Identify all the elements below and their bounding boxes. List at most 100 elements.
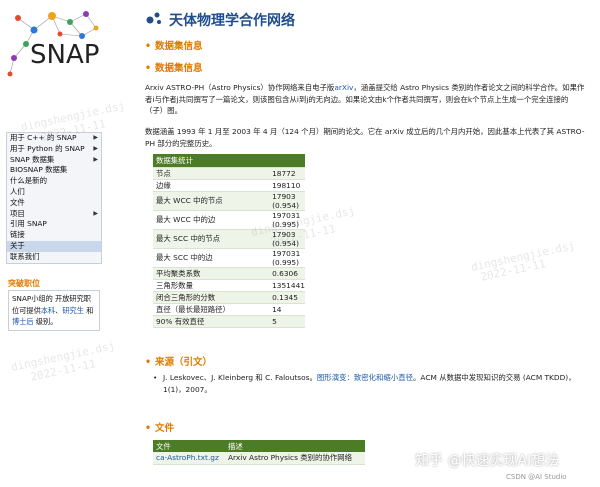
section-title: 数据集信息	[155, 63, 203, 74]
table-row: 直径（最长最短路径） 14	[153, 303, 305, 316]
stat-value: 14	[269, 303, 305, 316]
table-row: 最大 WCC 中的边 197031 (0.995)	[153, 210, 305, 230]
title-dots-icon	[146, 12, 161, 24]
table-row: 平均聚类系数 0.6306	[153, 267, 305, 280]
stat-label: 闭合三角形的分数	[153, 291, 270, 304]
menu-item-label: 链接	[10, 230, 25, 240]
nav-menu: 用于 C++ 的 SNAP ▶ 用于 Python 的 SNAP ▶ SNAP 数据集 ▶…	[6, 132, 102, 264]
stat-label: 最大 SCC 中的边	[153, 248, 270, 268]
menu-item[interactable]: 用于 Python 的 SNAP ▶	[7, 144, 101, 155]
news-box: SNAP小组的 开放研究职位可提供本科、研究生 和 博士后 级别。	[8, 290, 100, 331]
stat-value: 17903 (0.954)	[269, 191, 305, 211]
table-row: 最大 SCC 中的节点 17903 (0.954)	[153, 229, 305, 249]
table-row: 90% 有效直径 5	[153, 315, 305, 328]
menu-item[interactable]: 联系我们	[7, 252, 101, 263]
stat-label: 最大 WCC 中的节点	[153, 191, 270, 211]
stat-value: 1351441	[269, 279, 305, 292]
stat-value: 0.1345	[269, 291, 305, 304]
menu-item[interactable]: 链接	[7, 230, 101, 241]
news-text-mid: 和	[83, 305, 94, 315]
menu-item-label: 文件	[10, 197, 25, 207]
section-title: 文件	[155, 423, 175, 434]
zhihu-watermark: 知乎 @快速实现AI想法	[415, 453, 560, 469]
table-row: 最大 WCC 中的节点 17903 (0.954)	[153, 191, 305, 211]
stat-value: 18772	[269, 167, 305, 180]
left-sidebar: SNAP 用于 C++ 的 SNAP ▶ 用于 Python 的 SNAP ▶ SNAP…	[0, 0, 108, 487]
menu-item[interactable]: 文件	[7, 198, 101, 209]
main-content: 天体物理学合作网络 • 数据集信息 • 数据集信息 Arxiv ASTRO-PH（A…	[145, 0, 595, 487]
files-header-cell: 描述	[225, 440, 365, 452]
section-dataset-info-2: • 数据集信息	[145, 60, 203, 74]
file-description: Arxiv Astro Physics 类别的协作网络	[225, 452, 365, 465]
menu-item[interactable]: 关于	[7, 240, 101, 252]
description-paragraph: Arxiv ASTRO-PH（Astro Physics）协作网络来自电子版ar…	[145, 82, 585, 117]
stats-table: 数据集统计 节点 18772 边缘 198110 最大 WCC 中的节点 17903 (0.…	[153, 154, 305, 328]
stat-value: 197031 (0.995)	[269, 210, 305, 230]
table-row: ca-AstroPh.txt.gz Arxiv Astro Physics 类别的…	[153, 452, 365, 465]
desc-text: Arxiv ASTRO-PH（Astro Physics）协作网络来自电子版	[145, 83, 335, 92]
submenu-arrow-icon: ▶	[93, 155, 98, 163]
stat-value: 17903 (0.954)	[269, 229, 305, 249]
stat-label: 90% 有效直径	[153, 315, 270, 328]
menu-item-label: SNAP 数据集	[10, 154, 55, 164]
page-title: 天体物理学合作网络	[169, 13, 295, 29]
citation-link[interactable]: 图形演变：致密化和缩小直径	[317, 373, 413, 382]
table-row: 闭合三角形的分数 0.1345	[153, 291, 305, 304]
section-dataset-info-1: • 数据集信息	[145, 38, 203, 52]
coverage-paragraph: 数据涵盖 1993 年 1 月至 2003 年 4 月（124 个月）期间的论文…	[145, 127, 585, 148]
section-source: • 来源（引文）	[145, 354, 212, 368]
menu-item[interactable]: 项目 ▶	[7, 209, 101, 220]
bullet-icon: •	[145, 41, 152, 52]
menu-item-label: 人们	[10, 186, 25, 196]
bullet-icon: •	[145, 357, 152, 368]
stat-label: 平均聚类系数	[153, 267, 270, 280]
menu-item-label: 引用 SNAP	[10, 219, 47, 229]
citation: • J. Leskovec、J. Kleinberg 和 C. Faloutso…	[153, 372, 583, 395]
menu-item[interactable]: 什么是新的	[7, 176, 101, 187]
submenu-arrow-icon: ▶	[93, 134, 98, 141]
menu-item-label: 什么是新的	[10, 176, 47, 186]
menu-item[interactable]: BIOSNAP 数据集	[7, 165, 101, 176]
files-header-cell: 文件	[153, 440, 225, 452]
stat-value: 197031 (0.995)	[269, 248, 305, 268]
stat-label: 直径（最长最短路径）	[153, 303, 270, 316]
news-text-end: 级别。	[33, 317, 58, 326]
postdoc-link[interactable]: 博士后	[12, 317, 34, 326]
menu-item-label: 联系我们	[10, 251, 40, 261]
table-row: 最大 SCC 中的边 197031 (0.995)	[153, 248, 305, 268]
citation-authors: J. Leskovec、J. Kleinberg 和 C. Faloutsos。	[163, 373, 317, 382]
file-download-link[interactable]: ca-AstroPh.txt.gz	[156, 453, 219, 462]
stat-label: 边缘	[153, 179, 270, 192]
menu-item-label: 项目	[10, 208, 25, 218]
stat-value: 198110	[269, 179, 305, 192]
list-bullet-icon: •	[153, 373, 158, 382]
stat-label: 三角形数量	[153, 279, 270, 292]
table-row: 节点 18772	[153, 167, 305, 180]
stats-header: 数据集统计	[153, 154, 305, 168]
menu-item-label: 用于 Python 的 SNAP	[10, 143, 85, 153]
logo-text: SNAP	[30, 40, 100, 70]
section-title: 来源（引文）	[155, 357, 213, 368]
table-row: 边缘 198110	[153, 179, 305, 192]
files-table: 文件 描述 ca-AstroPh.txt.gz Arxiv Astro Physics…	[153, 440, 365, 465]
arxiv-link[interactable]: arXiv	[334, 83, 353, 92]
table-row: 三角形数量 1351441	[153, 279, 305, 292]
menu-item[interactable]: 用于 C++ 的 SNAP ▶	[7, 133, 101, 144]
stat-value: 0.6306	[269, 267, 305, 280]
undergrad-link[interactable]: 本科	[41, 306, 55, 315]
menu-item-label: 关于	[10, 240, 25, 250]
menu-item[interactable]: SNAP 数据集 ▶	[7, 155, 101, 166]
menu-item-label: 用于 C++ 的 SNAP	[10, 133, 77, 142]
submenu-arrow-icon: ▶	[93, 209, 98, 217]
stat-label: 最大 WCC 中的边	[153, 210, 270, 230]
grad-link[interactable]: 研究生	[62, 306, 84, 315]
bullet-icon: •	[145, 423, 152, 434]
section-files: • 文件	[145, 420, 174, 434]
bullet-icon: •	[145, 63, 152, 74]
csdn-watermark: CSDN @AI Studio	[506, 473, 567, 481]
menu-item-label: BIOSNAP 数据集	[10, 165, 68, 175]
stat-label: 最大 SCC 中的节点	[153, 229, 270, 249]
section-title: 数据集信息	[155, 41, 203, 52]
menu-item[interactable]: 人们	[7, 187, 101, 198]
menu-item[interactable]: 引用 SNAP	[7, 219, 101, 230]
